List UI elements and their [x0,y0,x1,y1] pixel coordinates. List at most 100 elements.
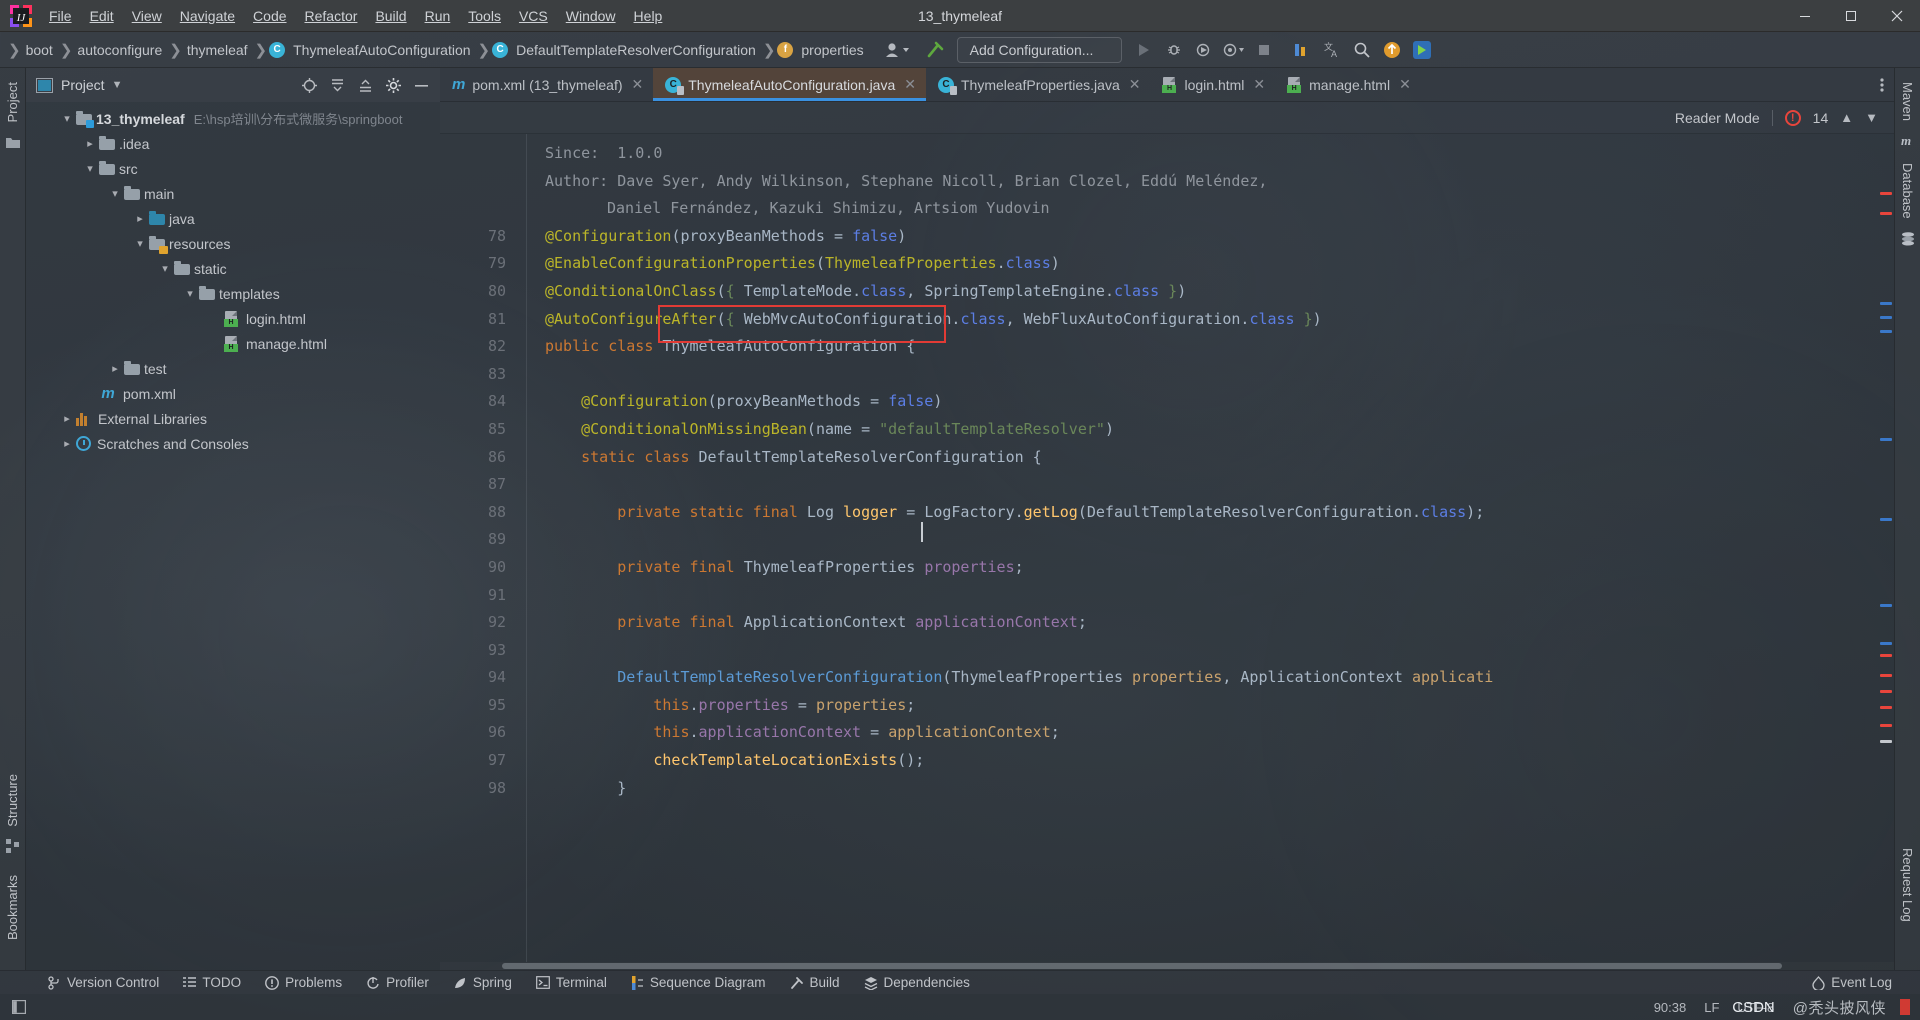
chevron-right-icon[interactable]: ▸ [58,437,76,450]
code-line-82[interactable]: public class ThymeleafAutoConfiguration … [527,333,1878,361]
maximize-button[interactable] [1828,0,1874,32]
bottom-tab-problems[interactable]: Problems [253,973,354,992]
locate-icon[interactable] [296,72,322,98]
breadcrumb-item-inner-class[interactable]: DefaultTemplateResolverConfiguration [513,40,759,60]
expand-all-icon[interactable] [324,72,350,98]
profile-icon[interactable] [1220,36,1248,64]
code-line-88[interactable]: private static final Log logger = LogFac… [527,499,1878,527]
tab-manage-html[interactable]: H manage.html ✕ [1275,68,1421,101]
menu-build[interactable]: Build [366,3,415,29]
code-line-89[interactable] [527,526,1878,554]
bottom-tab-build[interactable]: Build [778,973,852,992]
close-icon[interactable]: ✕ [1129,76,1141,93]
chevron-right-icon[interactable]: ▸ [81,137,99,150]
code-editor[interactable]: 78 79 80 81 82 83 84 85 86 87 88 89 90 9… [440,134,1894,962]
menu-tools[interactable]: Tools [459,3,510,29]
code-line-95[interactable]: this.properties = properties; [527,692,1878,720]
code-line-93[interactable] [527,637,1878,665]
bottom-tab-spring[interactable]: Spring [441,973,524,992]
user-icon[interactable] [877,36,919,64]
tree-item-java[interactable]: ▸ java [26,206,440,231]
code-text[interactable]: Since: 1.0.0 Author: Dave Syer, Andy Wil… [526,134,1878,962]
run-icon[interactable] [1130,36,1158,64]
add-configuration-button[interactable]: Add Configuration... [956,36,1122,63]
tree-item-scratches-and-consoles[interactable]: ▸ Scratches and Consoles [26,431,440,456]
code-line-84[interactable]: @Configuration(proxyBeanMethods = false) [527,388,1878,416]
toggle-tool-windows-icon[interactable] [8,994,30,1020]
chevron-down-icon[interactable]: ▾ [156,262,174,275]
tab-thymeleafproperties-java[interactable]: C ThymeleafProperties.java ✕ [926,68,1150,101]
scrollbar-thumb[interactable] [502,963,1782,969]
horizontal-scrollbar[interactable] [440,962,1894,970]
sidebar-item-bookmarks[interactable]: Bookmarks [1,867,24,948]
menu-file[interactable]: File [40,3,81,29]
tree-item-login-html[interactable]: H login.html [26,306,440,331]
menu-run[interactable]: Run [416,3,460,29]
search-icon[interactable] [1348,36,1376,64]
menu-refactor[interactable]: Refactor [296,3,367,29]
next-problem-icon[interactable]: ▼ [1865,110,1878,125]
sidebar-item-project[interactable]: Project [1,74,24,130]
close-icon[interactable]: ✕ [632,76,644,93]
close-button[interactable] [1874,0,1920,32]
menu-window[interactable]: Window [557,3,625,29]
code-line-92[interactable]: private final ApplicationContext applica… [527,609,1878,637]
ide-icon[interactable] [1408,36,1436,64]
chevron-down-icon[interactable]: ▾ [131,237,149,250]
stop-icon[interactable] [1250,36,1278,64]
tree-item-templates[interactable]: ▾ templates [26,281,440,306]
bottom-tab-profiler[interactable]: Profiler [354,973,441,992]
sidebar-item-request-log[interactable]: Request Log [1896,840,1919,930]
sidebar-item-structure[interactable]: Structure [1,766,24,835]
sidebar-item-database[interactable]: Database [1896,155,1919,227]
tree-item-static[interactable]: ▾ static [26,256,440,281]
tree-item-src[interactable]: ▾ src [26,156,440,181]
update-icon[interactable] [1378,36,1406,64]
chevron-down-icon[interactable]: ▾ [58,112,76,125]
code-line-81[interactable]: @AutoConfigureAfter({ WebMvcAutoConfigur… [527,306,1878,334]
chevron-right-icon[interactable]: ▸ [106,362,124,375]
code-line-94[interactable]: DefaultTemplateResolverConfiguration(Thy… [527,664,1878,692]
run-with-coverage-icon[interactable] [1190,36,1218,64]
tree-item-main[interactable]: ▾ main [26,181,440,206]
tab-login-html[interactable]: H login.html ✕ [1150,68,1275,101]
breadcrumb-item-field[interactable]: properties [798,40,866,60]
code-line-91[interactable] [527,582,1878,610]
reader-mode-link[interactable]: Reader Mode [1675,110,1760,126]
menu-edit[interactable]: Edit [81,3,123,29]
tree-item-external-libraries[interactable]: ▸ External Libraries [26,406,440,431]
more-tabs-icon[interactable] [1870,68,1894,101]
code-line-90[interactable]: private final ThymeleafProperties proper… [527,554,1878,582]
debug-icon[interactable] [1160,36,1188,64]
menu-code[interactable]: Code [244,3,295,29]
hide-panel-icon[interactable] [408,72,434,98]
code-line-98[interactable]: } [527,775,1878,803]
caret-position[interactable]: 90:38 [1654,1000,1687,1015]
breadcrumb-item-autoconfigure[interactable]: autoconfigure [74,40,165,60]
tree-item-module[interactable]: ▾ 13_thymeleaf E:\hsp培训\分布式微服务\springboo… [26,106,440,131]
settings-gear-icon[interactable] [380,72,406,98]
tree-item-pom-xml[interactable]: m pom.xml [26,381,440,406]
bottom-tab-sequence-diagram[interactable]: Sequence Diagram [619,973,778,992]
code-line-85[interactable]: @ConditionalOnMissingBean(name = "defaul… [527,416,1878,444]
minimize-button[interactable] [1782,0,1828,32]
bottom-tab-event-log[interactable]: Event Log [1800,973,1904,992]
search-everywhere-icon[interactable] [1288,36,1316,64]
tree-item-resources[interactable]: ▾ resources [26,231,440,256]
chevron-down-icon[interactable]: ▾ [81,162,99,175]
translate-icon[interactable]: 文A [1318,36,1346,64]
breadcrumb-item-boot[interactable]: boot [23,40,56,60]
sidebar-item-maven[interactable]: Maven [1896,74,1919,129]
code-line-79[interactable]: @EnableConfigurationProperties(Thymeleaf… [527,250,1878,278]
tree-item-manage-html[interactable]: H manage.html [26,331,440,356]
chevron-down-icon[interactable]: ▾ [106,187,124,200]
code-line-96[interactable]: this.applicationContext = applicationCon… [527,719,1878,747]
chevron-right-icon[interactable]: ▸ [131,212,149,225]
menu-vcs[interactable]: VCS [510,3,557,29]
bottom-tab-todo[interactable]: TODO [171,973,253,992]
chevron-down-icon[interactable]: ▾ [181,287,199,300]
tab-pom-xml[interactable]: m pom.xml (13_thymeleaf) ✕ [440,68,653,101]
chevron-down-icon[interactable]: ▼ [112,79,123,91]
error-marker-bar[interactable] [1878,134,1894,962]
bottom-tab-terminal[interactable]: Terminal [524,973,619,992]
